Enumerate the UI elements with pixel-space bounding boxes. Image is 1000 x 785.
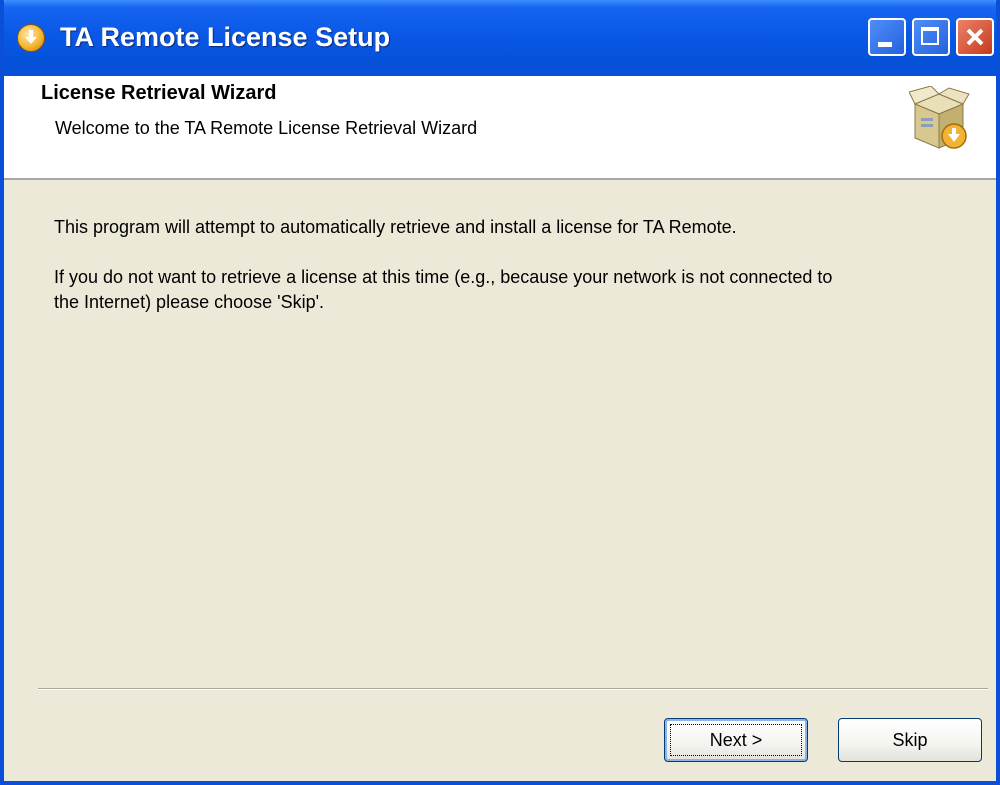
- maximize-button[interactable]: [912, 18, 950, 56]
- setup-window: TA Remote License Setup License Retrieva…: [0, 0, 1000, 785]
- close-icon: [966, 28, 984, 46]
- skip-button-label: Skip: [892, 729, 928, 750]
- description-paragraph-1: This program will attempt to automatical…: [54, 217, 737, 237]
- setup-download-icon: [17, 24, 45, 52]
- software-box-download-icon: [909, 86, 970, 149]
- window-title: TA Remote License Setup: [60, 22, 391, 52]
- wizard-subtitle: Welcome to the TA Remote License Retriev…: [55, 118, 478, 138]
- maximize-icon: [921, 27, 939, 45]
- title-bar[interactable]: TA Remote License Setup: [4, 0, 996, 76]
- minimize-icon: [878, 42, 892, 47]
- next-button-label: Next >: [709, 729, 763, 750]
- wizard-header: License Retrieval Wizard Welcome to the …: [4, 76, 996, 180]
- next-button[interactable]: Next >: [664, 718, 808, 762]
- wizard-title: License Retrieval Wizard: [41, 82, 277, 104]
- description-paragraph-2: If you do not want to retrieve a license…: [54, 267, 833, 312]
- skip-button[interactable]: Skip: [838, 718, 982, 762]
- close-button[interactable]: [956, 18, 994, 56]
- button-separator: [38, 688, 988, 690]
- wizard-description: This program will attempt to automatical…: [54, 215, 854, 340]
- minimize-button[interactable]: [868, 18, 906, 56]
